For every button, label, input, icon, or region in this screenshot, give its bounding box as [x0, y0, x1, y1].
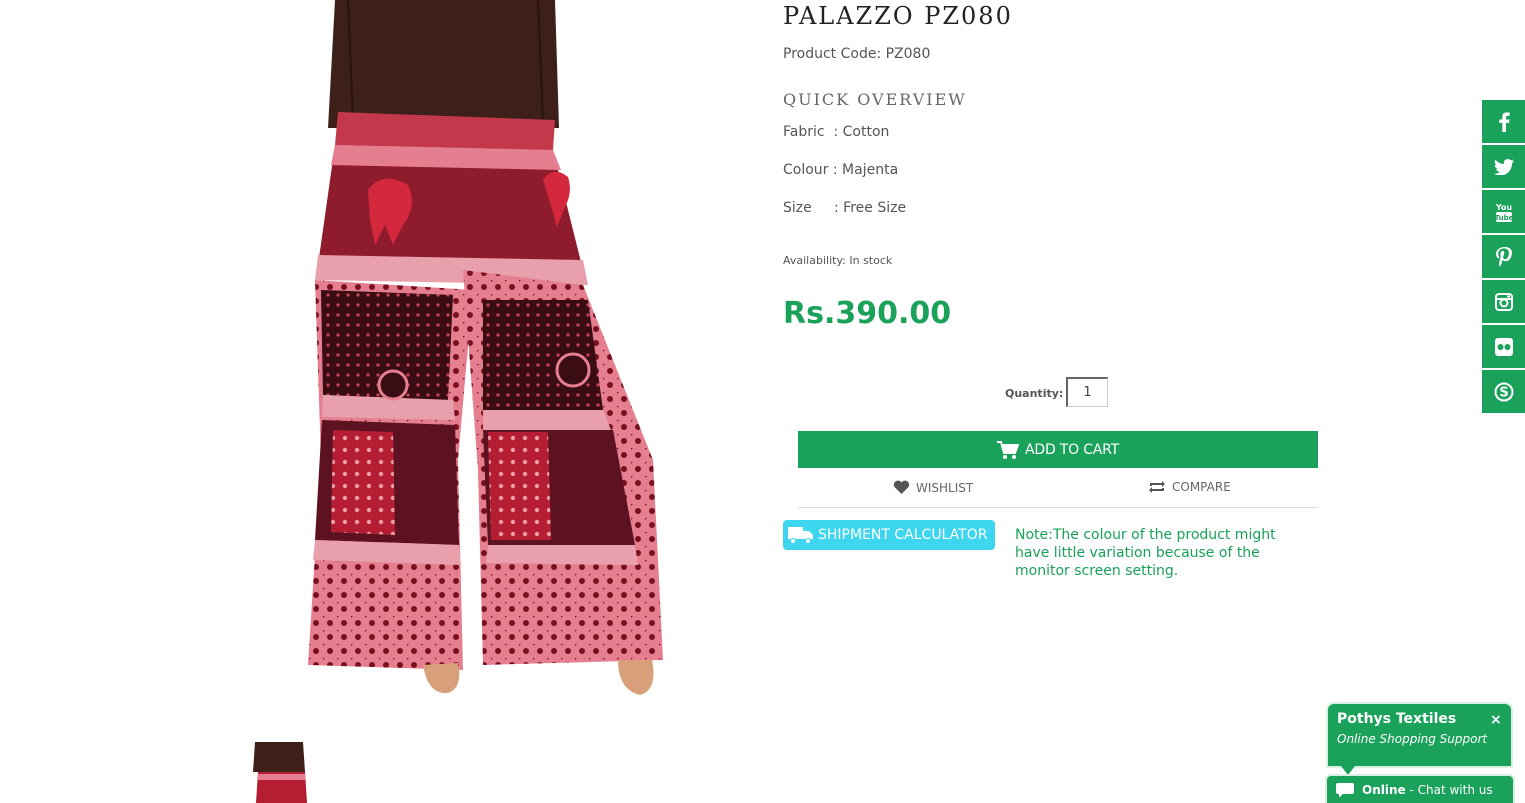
product-title: PALAZZO PZ080 — [783, 2, 1013, 30]
instagram-icon[interactable] — [1482, 280, 1525, 323]
shipment-calculator-label: SHIPMENT CALCULATOR — [818, 527, 988, 543]
chat-status: Online — [1362, 782, 1406, 797]
spec-colour: Colour : Majenta — [783, 162, 899, 178]
shipment-calculator-button[interactable]: SHIPMENT CALCULATOR — [783, 520, 995, 550]
product-thumbnail[interactable] — [253, 742, 308, 803]
facebook-icon[interactable] — [1482, 100, 1525, 143]
product-price: Rs.390.00 — [783, 296, 952, 331]
chat-bubble-icon — [1336, 782, 1354, 797]
svg-text:S: S — [1499, 385, 1508, 400]
chat-status-text: - Chat with us — [1405, 782, 1493, 797]
add-to-cart-label: ADD TO CART — [1024, 441, 1120, 458]
twitter-icon[interactable] — [1482, 145, 1525, 188]
wishlist-link[interactable]: WISHLIST — [893, 480, 973, 495]
quick-overview-heading: QUICK OVERVIEW — [783, 90, 967, 109]
wishlist-label: WISHLIST — [916, 480, 974, 495]
compare-arrows-icon — [1149, 481, 1165, 493]
quantity-input[interactable] — [1066, 377, 1108, 407]
add-to-cart-button[interactable]: ADD TO CART — [798, 431, 1318, 468]
cart-icon — [996, 440, 1019, 459]
spec-size: Size : Free Size — [783, 200, 907, 216]
youtube-icon[interactable]: You Tube — [1482, 190, 1525, 233]
social-sidebar: You Tube S — [1482, 100, 1525, 415]
product-image[interactable] — [183, 0, 753, 700]
pinterest-icon[interactable] — [1482, 235, 1525, 278]
svg-text:Tube: Tube — [1495, 214, 1513, 222]
product-code: Product Code: PZ080 — [783, 46, 931, 62]
chat-title: Pothys Textiles — [1337, 711, 1457, 727]
chat-close-button[interactable]: × — [1490, 712, 1502, 728]
colour-variation-note: Note:The colour of the product might hav… — [1015, 527, 1276, 579]
svg-text:You: You — [1495, 203, 1512, 212]
skype-icon[interactable]: S — [1482, 370, 1525, 413]
availability-status: Availability: In stock — [783, 254, 893, 267]
divider — [798, 507, 1318, 508]
compare-link[interactable]: COMPARE — [1148, 480, 1231, 494]
chat-subtitle: Online Shopping Support — [1337, 732, 1488, 746]
spec-fabric: Fabric : Cotton — [783, 124, 890, 140]
chat-bar[interactable]: Online - Chat with us — [1325, 774, 1515, 803]
heart-icon — [893, 480, 910, 494]
compare-label: COMPARE — [1172, 480, 1231, 494]
flickr-icon[interactable] — [1482, 325, 1525, 368]
truck-icon — [788, 527, 813, 544]
quantity-label: Quantity: — [1005, 387, 1064, 400]
